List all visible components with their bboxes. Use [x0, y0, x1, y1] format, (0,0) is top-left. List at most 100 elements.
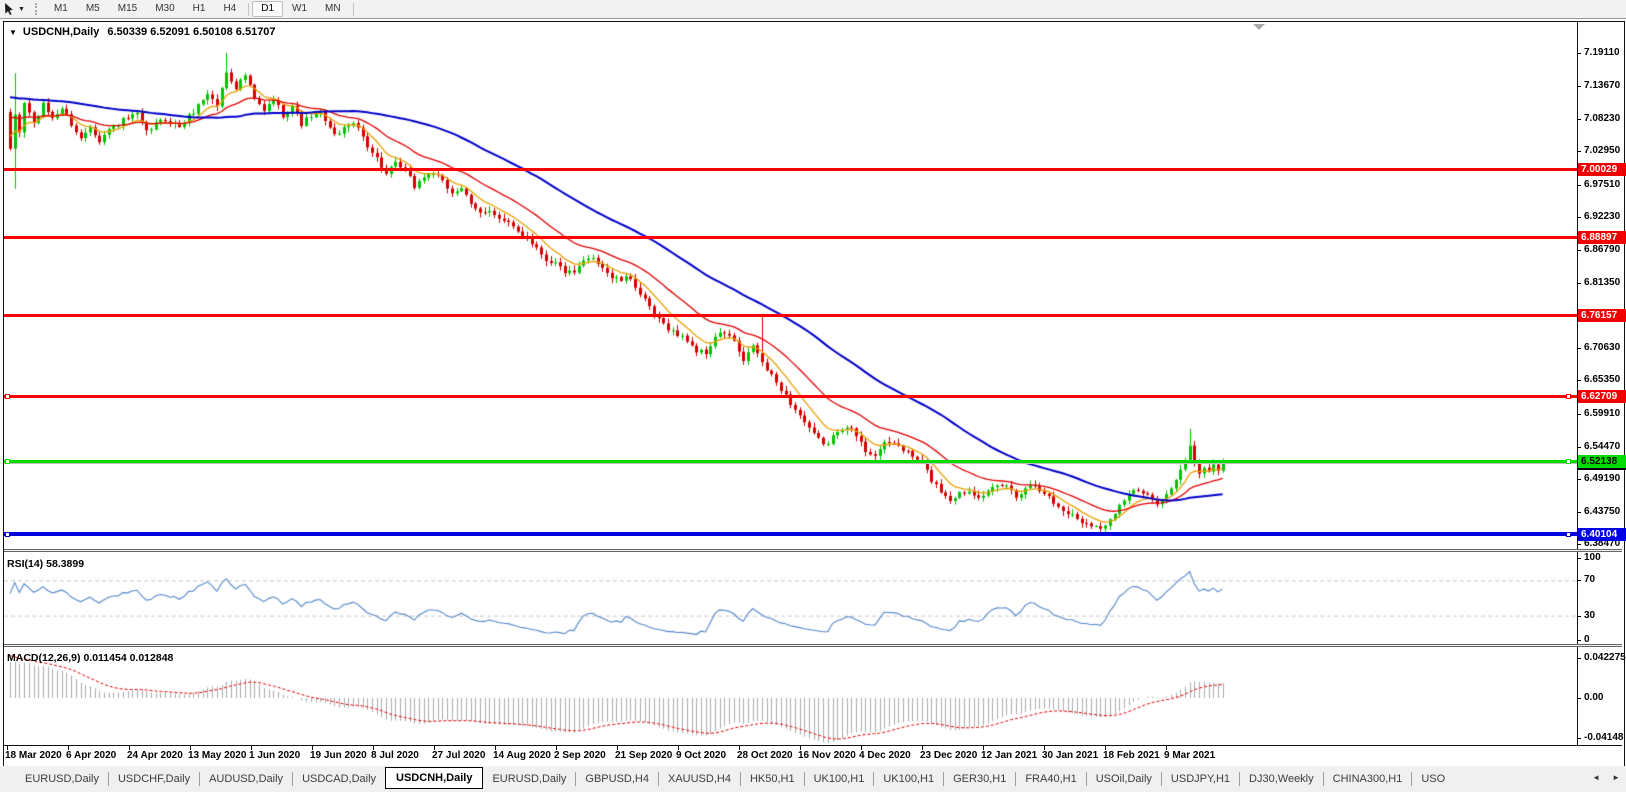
cursor-tool-icon[interactable]: ▼ — [1, 1, 28, 17]
line-handle[interactable] — [5, 459, 10, 464]
line-handle[interactable] — [1566, 394, 1571, 399]
macd-name: MACD(12,26,9) — [7, 652, 81, 664]
axis-tick — [1577, 544, 1581, 545]
axis-tick — [1577, 250, 1581, 251]
timeframe-button-d1[interactable]: D1 — [252, 1, 283, 17]
date-axis: 18 Mar 20206 Apr 202024 Apr 202013 May 2… — [4, 745, 1622, 766]
price-axis-label: 6.59910 — [1584, 408, 1620, 419]
date-tick — [800, 746, 801, 750]
tab-usoil-daily[interactable]: USOil,Daily — [1087, 770, 1161, 788]
rsi-indicator-canvas[interactable] — [4, 553, 1577, 644]
price-axis-label: 6.65350 — [1584, 374, 1620, 385]
axis-tick — [1577, 86, 1581, 87]
tab-eurusd-daily[interactable]: EURUSD,Daily — [483, 770, 575, 788]
macd-indicator-canvas[interactable] — [4, 648, 1577, 744]
macd-axis-label: -0.04148 — [1584, 732, 1623, 743]
tab-xauusd-h4[interactable]: XAUUSD,H4 — [659, 770, 740, 788]
timeframe-button-m30[interactable]: M30 — [146, 1, 183, 17]
price-level-line-7.00029[interactable] — [4, 168, 1577, 171]
tab-gbpusd-h4[interactable]: GBPUSD,H4 — [576, 770, 658, 788]
line-handle[interactable] — [1566, 459, 1571, 464]
title-collapse-icon[interactable]: ▼ — [9, 28, 17, 37]
tab-usdjpy-h1[interactable]: USDJPY,H1 — [1162, 770, 1239, 788]
price-axis-label: 6.43750 — [1584, 506, 1620, 517]
axis-tick — [1577, 348, 1581, 349]
date-label: 30 Jan 2021 — [1042, 750, 1098, 761]
rsi-label: RSI(14) 58.3899 — [7, 558, 84, 570]
axis-tick — [1577, 558, 1581, 559]
rsi-axis-label: 0 — [1584, 634, 1590, 645]
macd-axis-label: 0.00 — [1584, 692, 1603, 703]
tab-scroll-left-icon[interactable]: ◄ — [1589, 771, 1603, 784]
axis-tick — [1577, 151, 1581, 152]
date-tick — [434, 746, 435, 750]
price-level-badge-6.52138: 6.52138 — [1578, 455, 1626, 468]
price-level-line-6.76157[interactable] — [4, 314, 1577, 317]
axis-tick — [1577, 738, 1581, 739]
price-level-line-6.40104[interactable] — [4, 532, 1577, 536]
price-axis-label: 6.86790 — [1584, 244, 1620, 255]
line-handle[interactable] — [1566, 532, 1571, 537]
tab-scroll-right-icon[interactable]: ► — [1609, 771, 1623, 784]
tab-audusd-daily[interactable]: AUDUSD,Daily — [200, 770, 292, 788]
axis-tick — [1577, 380, 1581, 381]
date-tick — [190, 746, 191, 750]
tab-china300-h1[interactable]: CHINA300,H1 — [1324, 770, 1412, 788]
mt4-application: ▼ M1M5M15M30H1H4 D1W1MN ▼ USDCNH,Daily 6.… — [0, 0, 1626, 792]
timeframe-button-h1[interactable]: H1 — [184, 1, 215, 17]
price-level-line-6.62709[interactable] — [4, 395, 1577, 398]
timeframe-button-m5[interactable]: M5 — [77, 1, 109, 17]
current-price-line — [4, 463, 1577, 464]
price-level-line-6.88897[interactable] — [4, 236, 1577, 239]
price-level-badge-6.76157: 6.76157 — [1578, 309, 1626, 322]
tab-usdcnh-daily[interactable]: USDCNH,Daily — [385, 767, 483, 789]
date-tick — [678, 746, 679, 750]
date-label: 9 Oct 2020 — [676, 750, 726, 761]
dropdown-caret-icon[interactable]: ▼ — [18, 6, 25, 13]
price-axis-label: 6.92230 — [1584, 211, 1620, 222]
tab-usdchf-daily[interactable]: USDCHF,Daily — [109, 770, 199, 788]
axis-tick — [1577, 580, 1581, 581]
pane-splitter-rsi[interactable] — [4, 549, 1622, 552]
tab-hk50-h1[interactable]: HK50,H1 — [741, 770, 804, 788]
tab-usdcad-daily[interactable]: USDCAD,Daily — [293, 770, 385, 788]
pane-splitter-macd[interactable] — [4, 644, 1622, 647]
line-handle[interactable] — [5, 532, 10, 537]
timeframe-button-mn[interactable]: MN — [316, 1, 350, 17]
axis-tick — [1577, 283, 1581, 284]
date-tick — [129, 746, 130, 750]
timeframe-button-m1[interactable]: M1 — [45, 1, 77, 17]
price-level-badge-6.40104: 6.40104 — [1578, 528, 1626, 541]
rsi-name: RSI(14) — [7, 558, 43, 570]
timeframe-button-h4[interactable]: H4 — [214, 1, 245, 17]
price-axis-label: 7.08230 — [1584, 113, 1620, 124]
chart-shift-icon[interactable] — [1253, 24, 1265, 30]
date-label: 18 Mar 2020 — [5, 750, 62, 761]
date-tick — [1166, 746, 1167, 750]
axis-tick — [1577, 217, 1581, 218]
date-label: 12 Jan 2021 — [981, 750, 1037, 761]
line-handle[interactable] — [5, 394, 10, 399]
chart-title-row: ▼ USDCNH,Daily 6.50339 6.52091 6.50108 6… — [9, 26, 276, 38]
timeframe-button-m15[interactable]: M15 — [109, 1, 146, 17]
tab-eurusd-daily[interactable]: EURUSD,Daily — [16, 770, 108, 788]
toolbar-grip-handle[interactable] — [35, 3, 40, 15]
tab-dj30-weekly[interactable]: DJ30,Weekly — [1240, 770, 1323, 788]
axis-tick — [1577, 479, 1581, 480]
date-label: 2 Sep 2020 — [554, 750, 606, 761]
price-axis-label: 7.02950 — [1584, 145, 1620, 156]
tab-ger30-h1[interactable]: GER30,H1 — [944, 770, 1015, 788]
date-label: 13 May 2020 — [188, 750, 246, 761]
rsi-axis-label: 100 — [1584, 552, 1601, 563]
price-level-line-6.52138[interactable] — [4, 460, 1577, 463]
date-tick — [495, 746, 496, 750]
date-tick — [922, 746, 923, 750]
tab-uso[interactable]: USO — [1412, 770, 1454, 788]
candlestick-chart-canvas[interactable] — [4, 22, 1577, 549]
date-tick — [983, 746, 984, 750]
date-tick — [373, 746, 374, 750]
timeframe-button-w1[interactable]: W1 — [283, 1, 316, 17]
tab-uk100-h1[interactable]: UK100,H1 — [874, 770, 943, 788]
tab-uk100-h1[interactable]: UK100,H1 — [805, 770, 874, 788]
tab-fra40-h1[interactable]: FRA40,H1 — [1016, 770, 1085, 788]
